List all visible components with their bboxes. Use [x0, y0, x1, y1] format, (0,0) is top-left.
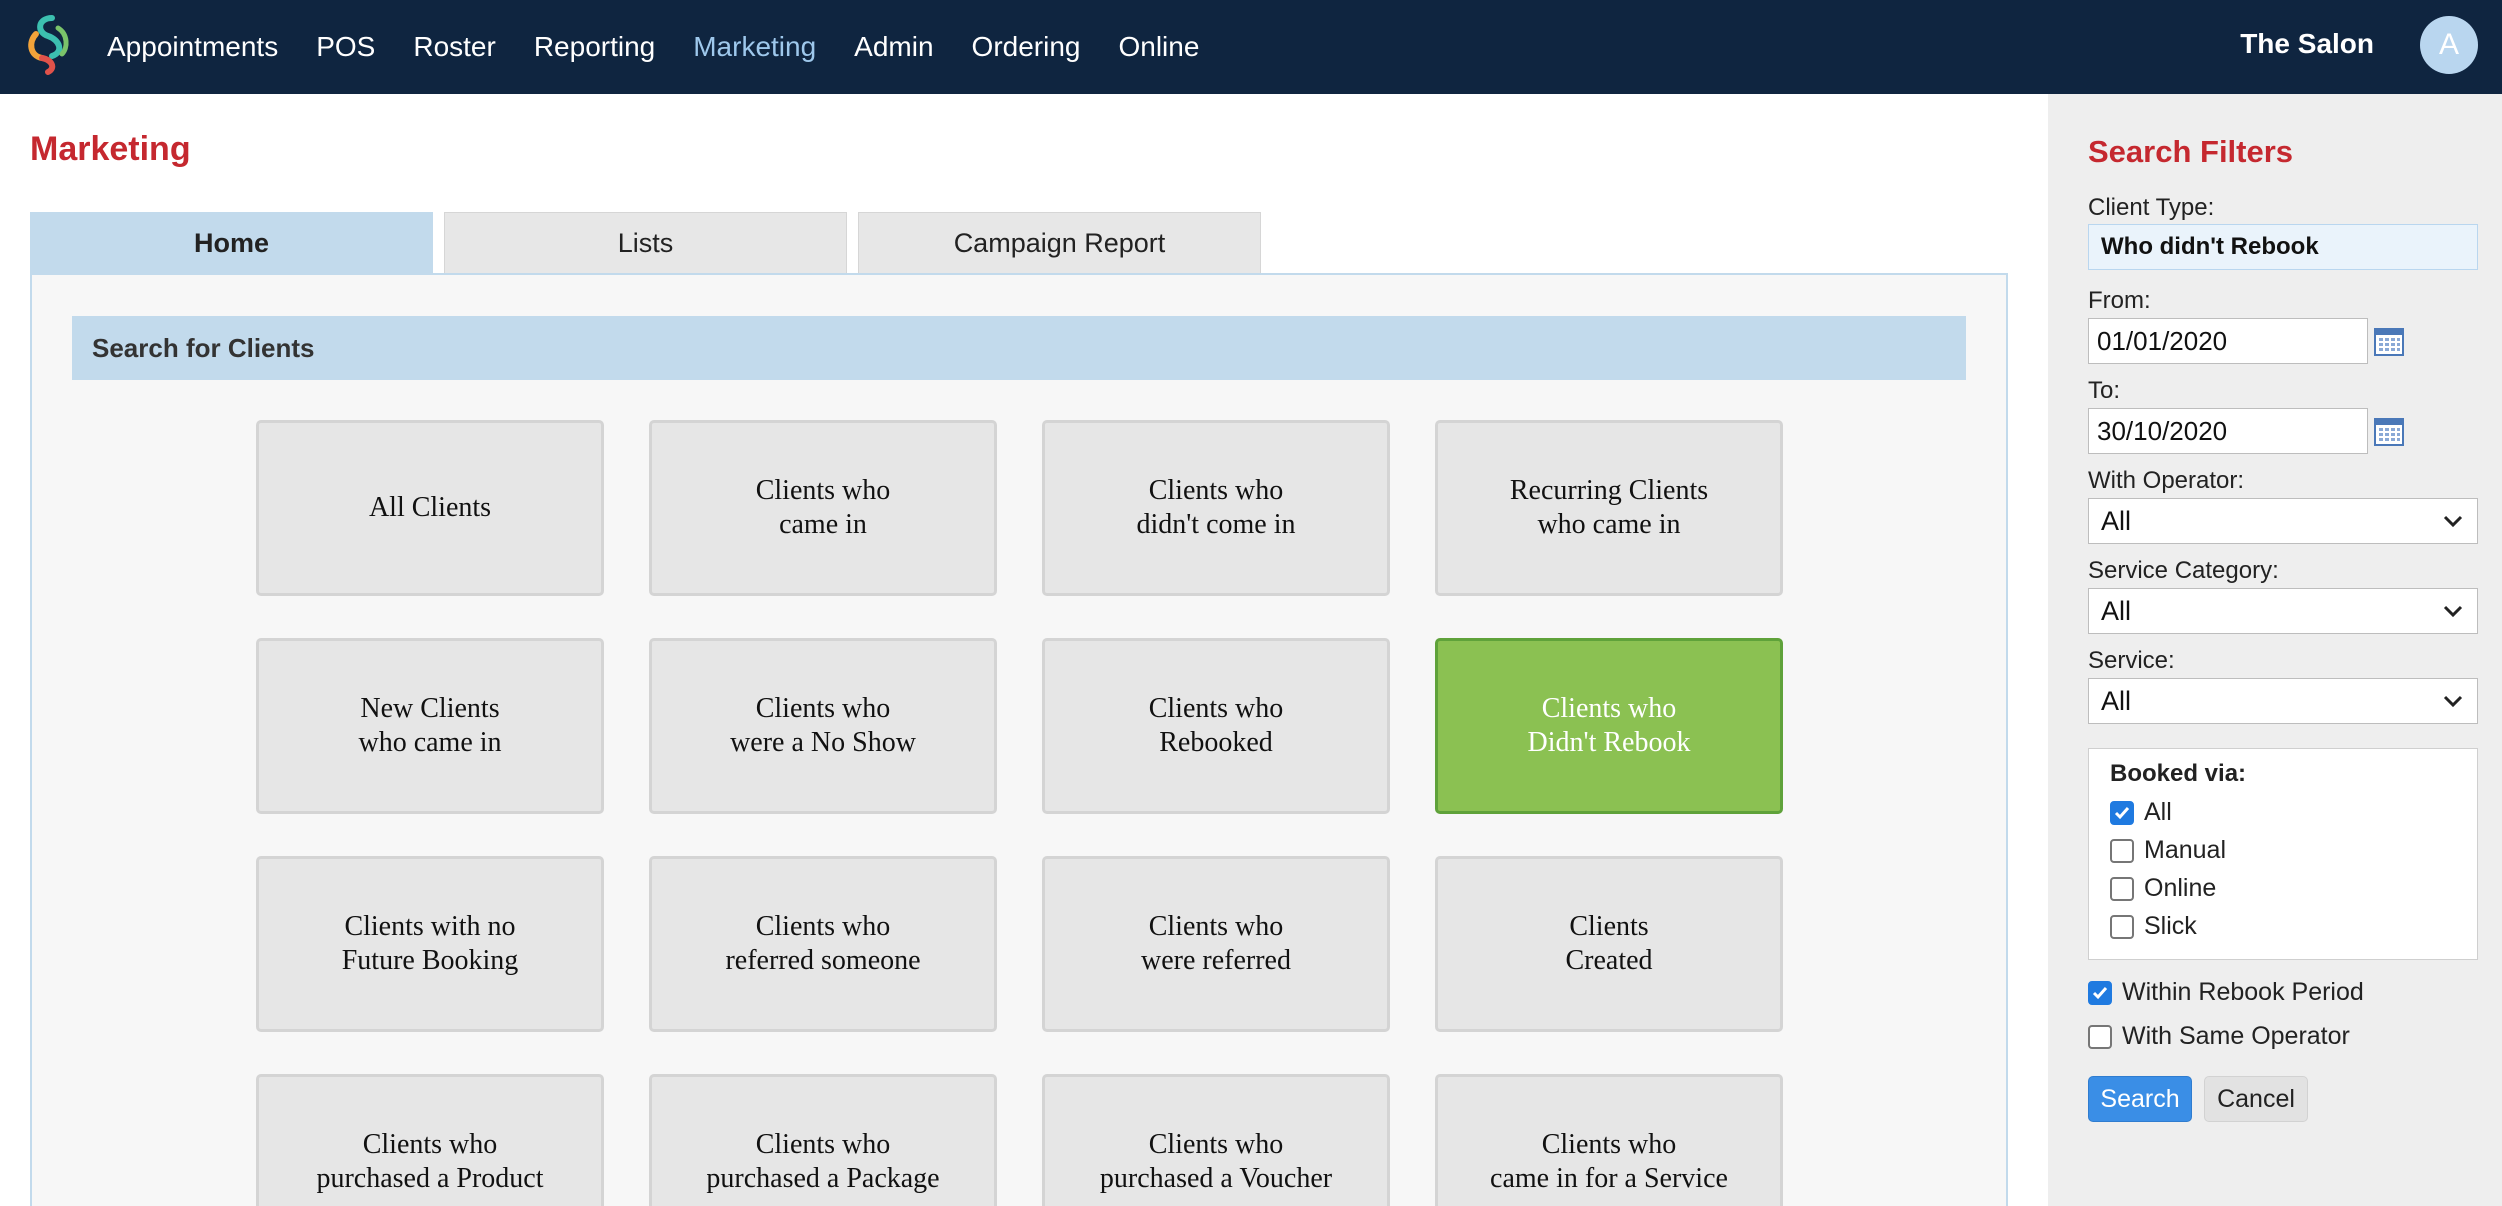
nav-item-roster[interactable]: Roster [413, 31, 495, 63]
booked-via-online-label: Online [2144, 874, 2217, 902]
booked-via-all-label: All [2144, 798, 2172, 826]
page-title: Marketing [30, 130, 191, 168]
calendar-icon[interactable] [2374, 416, 2404, 446]
calendar-icon[interactable] [2374, 326, 2404, 356]
section-header-search-for-clients: Search for Clients [72, 316, 1966, 380]
operator-select-value: All [2101, 505, 2132, 536]
tile-clients-who-didnt-come-in[interactable]: Clients who didn't come in [1042, 420, 1390, 596]
from-label: From: [2088, 287, 2151, 314]
main-nav: Appointments POS Roster Reporting Market… [107, 0, 1237, 94]
with-same-operator-checkbox[interactable] [2088, 1024, 2112, 1049]
client-type-field: Who didn't Rebook [2088, 224, 2478, 270]
chevron-down-icon [2443, 515, 2463, 528]
tab-home[interactable]: Home [30, 212, 433, 274]
nav-item-online[interactable]: Online [1118, 31, 1199, 63]
tile-clients-created[interactable]: Clients Created [1435, 856, 1783, 1032]
nav-item-pos[interactable]: POS [316, 31, 375, 63]
service-category-select-value: All [2101, 595, 2132, 626]
tile-didnt-rebook[interactable]: Clients who Didn't Rebook [1435, 638, 1783, 814]
within-rebook-period-label: Within Rebook Period [2122, 978, 2364, 1006]
within-rebook-period: Within Rebook Period [2088, 978, 2364, 1007]
nav-item-appointments[interactable]: Appointments [107, 31, 278, 63]
within-rebook-period-checkbox[interactable] [2088, 980, 2112, 1005]
checkmark-icon [2114, 806, 2130, 819]
tile-no-show[interactable]: Clients who were a No Show [649, 638, 997, 814]
tile-clients-who-came-in[interactable]: Clients who came in [649, 420, 997, 596]
service-category-select[interactable]: All [2088, 588, 2478, 634]
tile-purchased-product[interactable]: Clients who purchased a Product [256, 1074, 604, 1206]
booked-via-all-checkbox[interactable] [2110, 800, 2134, 825]
chevron-down-icon [2443, 605, 2463, 618]
tile-were-referred[interactable]: Clients who were referred [1042, 856, 1390, 1032]
booked-via-manual: Manual [2110, 836, 2226, 865]
tab-campaign-report[interactable]: Campaign Report [858, 212, 1261, 274]
to-date-input[interactable] [2088, 408, 2368, 454]
to-label: To: [2088, 377, 2121, 404]
client-search-tiles: All Clients Clients who came in Clients … [256, 420, 1783, 1206]
tile-purchased-voucher[interactable]: Clients who purchased a Voucher [1042, 1074, 1390, 1206]
service-select[interactable]: All [2088, 678, 2478, 724]
tile-rebooked[interactable]: Clients who Rebooked [1042, 638, 1390, 814]
nav-item-ordering[interactable]: Ordering [972, 31, 1081, 63]
search-button[interactable]: Search [2088, 1076, 2192, 1122]
avatar[interactable]: A [2420, 16, 2478, 74]
operator-label: With Operator: [2088, 467, 2245, 494]
tile-new-clients[interactable]: New Clients who came in [256, 638, 604, 814]
with-same-operator: With Same Operator [2088, 1022, 2350, 1051]
booked-via-title: Booked via: [2110, 760, 2247, 787]
chevron-down-icon [2443, 695, 2463, 708]
booked-via-manual-label: Manual [2144, 836, 2226, 864]
tile-no-future-booking[interactable]: Clients with no Future Booking [256, 856, 604, 1032]
with-same-operator-label: With Same Operator [2122, 1022, 2350, 1050]
salon-logo-icon[interactable] [22, 12, 76, 76]
tab-lists[interactable]: Lists [444, 212, 847, 274]
service-select-value: All [2101, 685, 2132, 716]
checkmark-icon [2092, 986, 2108, 999]
nav-item-admin[interactable]: Admin [854, 31, 933, 63]
search-filters-title: Search Filters [2088, 134, 2294, 169]
cancel-button[interactable]: Cancel [2204, 1076, 2308, 1122]
nav-item-marketing[interactable]: Marketing [693, 31, 816, 63]
booked-via-online: Online [2110, 874, 2216, 903]
tile-recurring-clients[interactable]: Recurring Clients who came in [1435, 420, 1783, 596]
booked-via-slick: Slick [2110, 912, 2197, 941]
from-date-input[interactable] [2088, 318, 2368, 364]
booked-via-all: All [2110, 798, 2172, 827]
service-label: Service: [2088, 647, 2175, 674]
client-type-label: Client Type: [2088, 194, 2215, 221]
booked-via-slick-label: Slick [2144, 912, 2197, 940]
tile-referred-someone[interactable]: Clients who referred someone [649, 856, 997, 1032]
operator-select[interactable]: All [2088, 498, 2478, 544]
booked-via-manual-checkbox[interactable] [2110, 838, 2134, 863]
tile-came-in-for-service[interactable]: Clients who came in for a Service [1435, 1074, 1783, 1206]
tab-bar: Home Lists Campaign Report [30, 212, 1272, 274]
service-category-label: Service Category: [2088, 557, 2279, 584]
booked-via-slick-checkbox[interactable] [2110, 914, 2134, 939]
top-navigation-bar: Appointments POS Roster Reporting Market… [0, 0, 2502, 94]
tile-purchased-package[interactable]: Clients who purchased a Package [649, 1074, 997, 1206]
salon-name[interactable]: The Salon [2240, 28, 2374, 60]
booked-via-online-checkbox[interactable] [2110, 876, 2134, 901]
tile-all-clients[interactable]: All Clients [256, 420, 604, 596]
nav-item-reporting[interactable]: Reporting [534, 31, 655, 63]
